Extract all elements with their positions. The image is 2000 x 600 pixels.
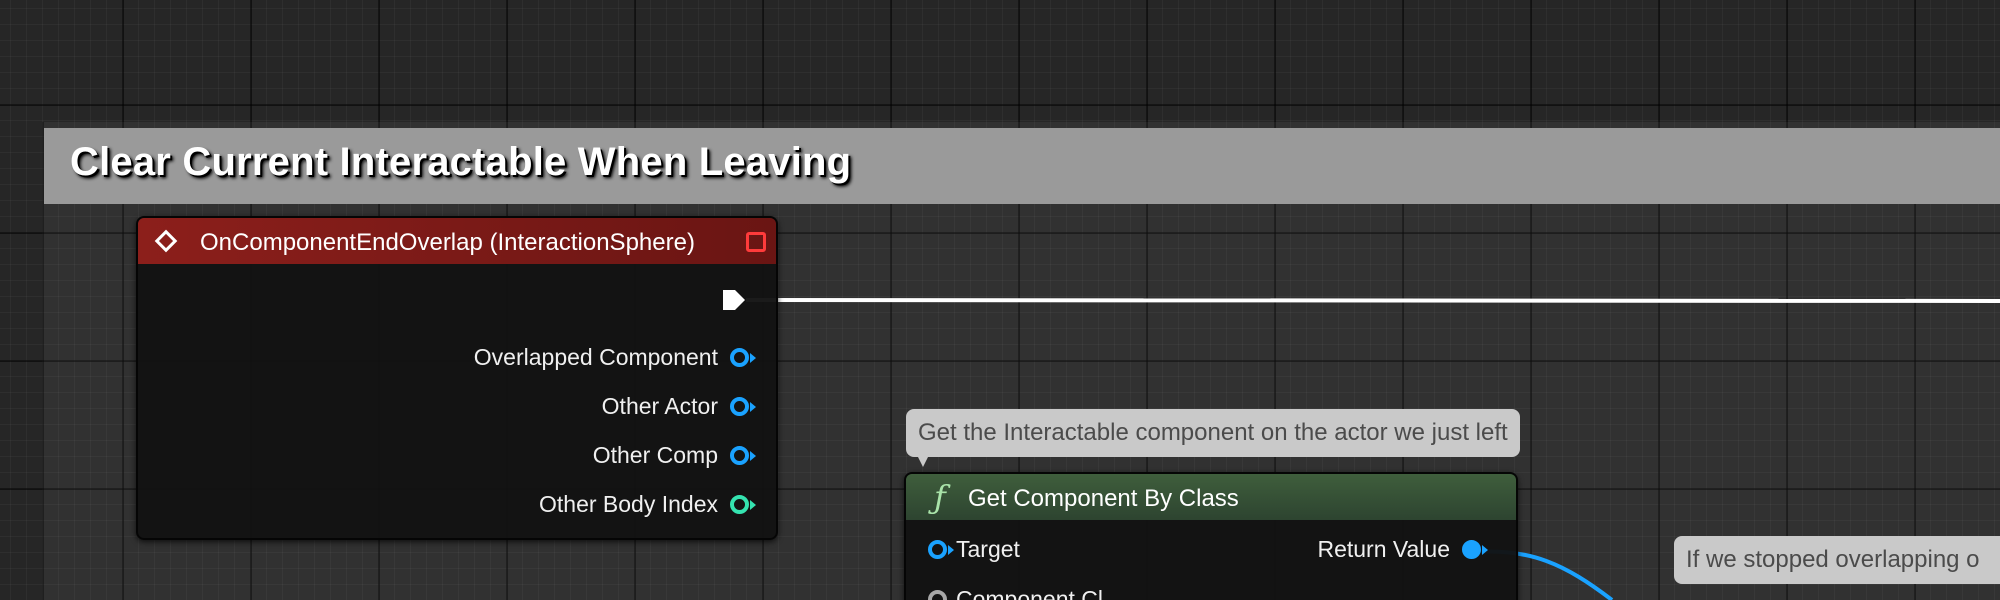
object-pin-icon[interactable]: [726, 440, 756, 470]
pin-label: Overlapped Component: [473, 343, 718, 370]
function-node-title: Get Component By Class: [968, 485, 1239, 512]
function-node-get-component-by-class[interactable]: ƒ Get Component By Class Target Return V…: [904, 472, 1518, 600]
pin-label: Component Cl: [956, 585, 1104, 600]
object-pin-icon[interactable]: [1458, 534, 1488, 564]
object-pin-icon[interactable]: [726, 342, 756, 372]
integer-pin-icon[interactable]: [726, 489, 756, 519]
function-node-header[interactable]: ƒ Get Component By Class: [906, 474, 1516, 520]
node-comment-bubble[interactable]: Get the Interactable component on the ac…: [906, 409, 1520, 467]
output-pin-row-overlapped-component[interactable]: Overlapped Component: [474, 342, 756, 372]
object-pin-icon[interactable]: [924, 534, 954, 564]
input-pin-row-component-class[interactable]: Component Cl: [924, 584, 1103, 600]
function-icon: ƒ: [934, 478, 946, 516]
object-pin-icon[interactable]: [726, 391, 756, 421]
pin-label: Other Actor: [601, 392, 718, 419]
output-pin-row-other-comp[interactable]: Other Comp: [593, 440, 756, 470]
pin-label: Other Body Index: [539, 490, 718, 517]
class-pin-icon[interactable]: [924, 584, 954, 600]
output-pin-row-other-body-index[interactable]: Other Body Index: [539, 489, 756, 519]
event-node-title: OnComponentEndOverlap (InteractionSphere…: [200, 229, 695, 256]
pin-label: Other Comp: [592, 441, 718, 468]
delegate-pin[interactable]: [746, 232, 766, 252]
event-diamond-icon: [154, 229, 178, 253]
blueprint-graph-canvas[interactable]: Clear Current Interactable When Leaving …: [0, 0, 2000, 600]
output-pin-row-return-value[interactable]: Return Value: [1317, 534, 1488, 564]
input-pin-row-target[interactable]: Target: [924, 534, 1020, 564]
event-node-header[interactable]: OnComponentEndOverlap (InteractionSphere…: [138, 218, 776, 264]
pin-label: Target: [956, 535, 1020, 562]
event-node-on-component-end-overlap[interactable]: OnComponentEndOverlap (InteractionSphere…: [136, 216, 778, 540]
node-comment-bubble-right[interactable]: If we stopped overlapping o: [1674, 536, 2000, 584]
comment-title: Clear Current Interactable When Leaving: [70, 140, 852, 184]
exec-output-pin-icon[interactable]: [722, 289, 746, 311]
pin-label: Return Value: [1317, 535, 1450, 562]
output-pin-row-other-actor[interactable]: Other Actor: [602, 391, 756, 421]
